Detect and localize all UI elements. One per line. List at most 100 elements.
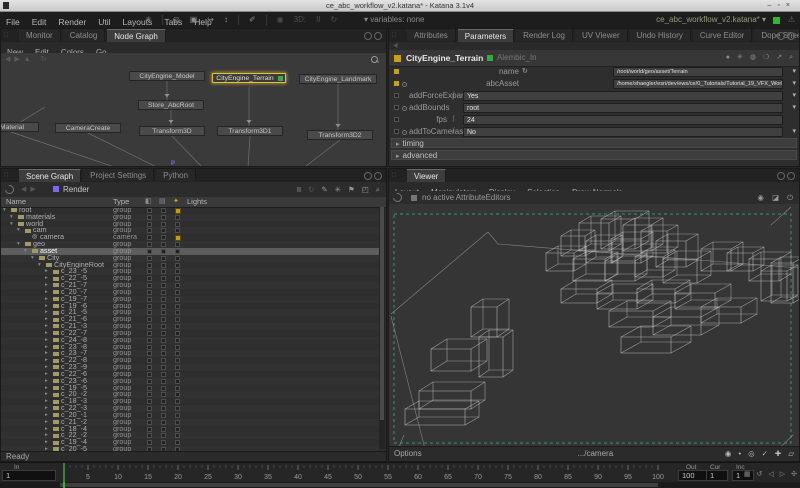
row-checkbox[interactable] [175, 317, 180, 322]
row-checkbox[interactable] [147, 310, 152, 315]
pane-split-icon[interactable] [777, 172, 785, 180]
layers-icon[interactable]: ▤ [159, 197, 166, 207]
scenegraph-row-c_18_-4[interactable]: ▸c_18_-4group [1, 426, 379, 433]
nodegraph-tab-catalog[interactable]: Catalog [63, 29, 106, 41]
scenegraph-row-c_23_-5[interactable]: ▸c_23_-5group [1, 268, 379, 275]
row-checkbox[interactable] [161, 317, 166, 322]
row-checkbox[interactable] [147, 263, 152, 268]
row-checkbox[interactable] [147, 331, 152, 336]
graph-node-cityengine_landmark[interactable]: CityEngine_Landmark [299, 74, 377, 84]
pane-split-icon[interactable] [364, 172, 372, 180]
row-checkbox[interactable] [175, 358, 180, 363]
scenegraph-row-c_22_-8[interactable]: ▸c_22_-8group [1, 357, 379, 364]
scenegraph-row-c_22_-3[interactable]: ▸c_22_-3group [1, 405, 379, 412]
pane-split-icon[interactable] [364, 32, 372, 40]
row-checkbox[interactable] [161, 276, 166, 281]
row-checkbox[interactable] [175, 269, 180, 274]
row-checkbox[interactable] [175, 290, 180, 295]
param-enable-checkbox[interactable] [394, 69, 399, 74]
row-checkbox[interactable] [147, 358, 152, 363]
pane-grip-icon[interactable]: ∷ [392, 171, 396, 179]
row-checkbox[interactable] [161, 351, 166, 356]
row-checkbox[interactable] [147, 372, 152, 377]
param-value-name[interactable]: /root/world/geo/asset/Terrain [613, 67, 783, 77]
row-checkbox[interactable] [147, 228, 152, 233]
row-checkbox[interactable] [147, 283, 152, 288]
param-group-advanced[interactable]: ▸advanced [391, 150, 797, 160]
record-icon[interactable]: ◎ [748, 449, 755, 458]
scenegraph-nav-icons[interactable]: ◀▶ [21, 182, 40, 197]
scenegraph-row-root[interactable]: ▾rootgroup [1, 207, 379, 214]
column-type[interactable]: Type [113, 197, 129, 207]
row-checkbox[interactable] [147, 379, 152, 384]
eye-icon[interactable]: ◉ [757, 193, 764, 202]
scenegraph-row-c_21_-6[interactable]: ▸c_21_-6group [1, 316, 379, 323]
scenegraph-row-c_23_-6[interactable]: ▸c_23_-6group [1, 378, 379, 385]
dropdown-arrow-icon[interactable]: ▾ [792, 126, 796, 138]
gear-icon[interactable]: ✳ [145, 15, 152, 24]
refresh-icon[interactable]: ↻ [522, 66, 528, 78]
pause-icon[interactable]: II [297, 185, 301, 194]
row-checkbox[interactable] [175, 222, 180, 227]
row-checkbox[interactable] [161, 413, 166, 418]
scenegraph-row-c_22_-2[interactable]: ▸c_22_-2group [1, 432, 379, 439]
row-checkbox[interactable] [161, 304, 166, 309]
plus-icon[interactable]: ✚ [775, 449, 781, 458]
row-checkbox[interactable] [161, 310, 166, 315]
row-checkbox[interactable] [175, 324, 180, 329]
dropdown-arrow-icon[interactable]: ▾ [792, 102, 796, 114]
row-checkbox[interactable] [161, 331, 166, 336]
scenegraph-row-c_21_-7[interactable]: ▸c_21_-7group [1, 282, 379, 289]
row-checkbox[interactable] [175, 440, 180, 445]
scenegraph-row-world[interactable]: ▾worldgroup [1, 221, 379, 228]
pane-menu-icon[interactable] [374, 32, 382, 40]
link-icon[interactable]: ▱ [788, 449, 794, 458]
scenegraph-row-c_20_-2[interactable]: ▸c_20_-2group [1, 391, 379, 398]
row-checkbox[interactable] [175, 420, 180, 425]
row-checkbox[interactable] [147, 427, 152, 432]
scenegraph-row-c_23_-7[interactable]: ▸c_23_-7group [1, 350, 379, 357]
light-icon[interactable]: ✦ [173, 197, 179, 207]
light-badge[interactable] [175, 235, 181, 241]
flag-icon[interactable]: ⚑ [348, 185, 355, 194]
param-state-icon[interactable]: ʃ [453, 116, 454, 122]
param-enable-checkbox[interactable] [394, 129, 399, 134]
scenegraph-row-c_22_-7[interactable]: ▸c_22_-7group [1, 330, 379, 337]
row-checkbox[interactable] [147, 420, 152, 425]
row-checkbox[interactable] [175, 310, 180, 315]
scenegraph-row-CityEngineRoot[interactable]: ▾CityEngineRootgroup [1, 262, 379, 269]
row-checkbox[interactable] [175, 276, 180, 281]
search-icon[interactable]: ⌕ [376, 185, 380, 194]
row-checkbox[interactable] [161, 338, 166, 343]
scenegraph-row-c_19_-7[interactable]: ▸c_19_-7group [1, 296, 379, 303]
scenegraph-row-c_22_-5[interactable]: ▸c_22_-5group [1, 275, 379, 282]
param-enable-checkbox[interactable] [394, 105, 399, 110]
loop-icon[interactable]: ↻ [331, 15, 338, 24]
row-checkbox[interactable] [175, 249, 180, 254]
scenegraph-row-camera[interactable]: ◎cameracamera [1, 234, 379, 241]
row-checkbox[interactable] [161, 379, 166, 384]
row-checkbox[interactable] [161, 372, 166, 377]
row-checkbox[interactable] [161, 242, 166, 247]
row-checkbox[interactable] [161, 386, 166, 391]
row-checkbox[interactable] [161, 290, 166, 295]
sync-icon[interactable]: ↻ [308, 185, 314, 194]
row-checkbox[interactable] [175, 406, 180, 411]
row-checkbox[interactable] [147, 215, 152, 220]
maximize-button[interactable]: ▫ [777, 2, 785, 9]
row-checkbox[interactable] [175, 304, 180, 309]
scenegraph-row-geo[interactable]: ▾geogroup [1, 241, 379, 248]
expand-icon[interactable]: ◍ [750, 54, 756, 61]
row-checkbox[interactable] [147, 386, 152, 391]
scenegraph-row-c_21_-3[interactable]: ▸c_21_-3group [1, 323, 379, 330]
parameters-tab-attributes[interactable]: Attributes [407, 29, 456, 41]
scenegraph-row-c_24_-8[interactable]: ▸c_24_-8group [1, 337, 379, 344]
power-icon[interactable]: ⏻ [787, 193, 793, 202]
scenegraph-row-c_23_-8[interactable]: ▸c_23_-8group [1, 344, 379, 351]
film-icon[interactable]: ▦ [744, 471, 751, 478]
param-group-timing[interactable]: ▸timing [391, 138, 797, 148]
step-forward-icon[interactable]: ▷ [780, 471, 785, 478]
dropdown-arrow-icon[interactable]: ▾ [792, 66, 796, 78]
row-checkbox[interactable] [147, 290, 152, 295]
graph-node-cityengine_model[interactable]: CityEngine_Model [129, 71, 205, 81]
